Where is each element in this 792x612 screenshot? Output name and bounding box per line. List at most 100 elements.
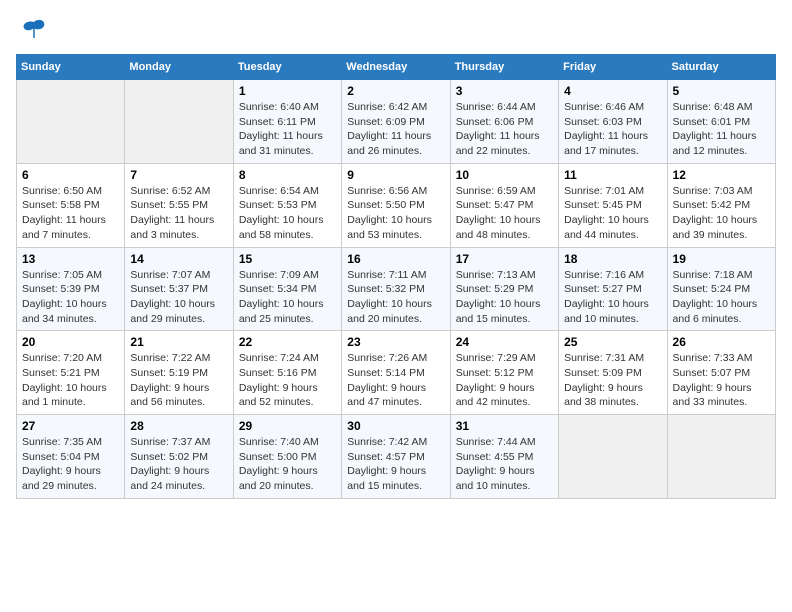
calendar-cell: 31 Sunrise: 7:44 AM Sunset: 4:55 PM Dayli…: [450, 415, 558, 499]
calendar-cell: 15 Sunrise: 7:09 AM Sunset: 5:34 PM Dayli…: [233, 247, 341, 331]
calendar-cell: 16 Sunrise: 7:11 AM Sunset: 5:32 PM Dayli…: [342, 247, 450, 331]
weekday-header-thursday: Thursday: [450, 55, 558, 80]
day-number: 19: [673, 252, 770, 266]
day-number: 29: [239, 419, 336, 433]
day-number: 6: [22, 168, 119, 182]
weekday-header-tuesday: Tuesday: [233, 55, 341, 80]
day-info: Sunrise: 7:26 AM Sunset: 5:14 PM Dayligh…: [347, 351, 444, 410]
day-number: 4: [564, 84, 661, 98]
calendar-cell: 4Sunrise: 6:46 AM Sunset: 6:03 PM Daylig…: [559, 80, 667, 164]
day-number: 11: [564, 168, 661, 182]
day-number: 9: [347, 168, 444, 182]
day-number: 7: [130, 168, 227, 182]
day-number: 17: [456, 252, 553, 266]
day-info: Sunrise: 7:24 AM Sunset: 5:16 PM Dayligh…: [239, 351, 336, 410]
day-info: Sunrise: 7:03 AM Sunset: 5:42 PM Dayligh…: [673, 184, 770, 243]
calendar-cell: 28 Sunrise: 7:37 AM Sunset: 5:02 PM Dayli…: [125, 415, 233, 499]
day-info: Sunrise: 6:52 AM Sunset: 5:55 PM Dayligh…: [130, 184, 227, 243]
day-info: Sunrise: 7:01 AM Sunset: 5:45 PM Dayligh…: [564, 184, 661, 243]
day-number: 26: [673, 335, 770, 349]
day-number: 3: [456, 84, 553, 98]
calendar-cell: 10 Sunrise: 6:59 AM Sunset: 5:47 PM Dayli…: [450, 163, 558, 247]
weekday-header-row: SundayMondayTuesdayWednesdayThursdayFrid…: [17, 55, 776, 80]
day-number: 25: [564, 335, 661, 349]
day-number: 13: [22, 252, 119, 266]
day-number: 14: [130, 252, 227, 266]
calendar-cell: 9 Sunrise: 6:56 AM Sunset: 5:50 PM Daylig…: [342, 163, 450, 247]
calendar-week-3: 13 Sunrise: 7:05 AM Sunset: 5:39 PM Dayli…: [17, 247, 776, 331]
calendar-cell: 22 Sunrise: 7:24 AM Sunset: 5:16 PM Dayli…: [233, 331, 341, 415]
day-number: 16: [347, 252, 444, 266]
calendar-cell: 12Sunrise: 7:03 AM Sunset: 5:42 PM Dayli…: [667, 163, 775, 247]
calendar-table: SundayMondayTuesdayWednesdayThursdayFrid…: [16, 54, 776, 499]
day-info: Sunrise: 6:50 AM Sunset: 5:58 PM Dayligh…: [22, 184, 119, 243]
calendar-cell: 17 Sunrise: 7:13 AM Sunset: 5:29 PM Dayli…: [450, 247, 558, 331]
day-number: 28: [130, 419, 227, 433]
weekday-header-saturday: Saturday: [667, 55, 775, 80]
day-info: Sunrise: 7:33 AM Sunset: 5:07 PM Dayligh…: [673, 351, 770, 410]
calendar-cell: 5Sunrise: 6:48 AM Sunset: 6:01 PM Daylig…: [667, 80, 775, 164]
calendar-cell: [17, 80, 125, 164]
day-number: 5: [673, 84, 770, 98]
day-number: 20: [22, 335, 119, 349]
day-info: Sunrise: 7:05 AM Sunset: 5:39 PM Dayligh…: [22, 268, 119, 327]
day-number: 10: [456, 168, 553, 182]
calendar-cell: 21 Sunrise: 7:22 AM Sunset: 5:19 PM Dayli…: [125, 331, 233, 415]
day-info: Sunrise: 6:56 AM Sunset: 5:50 PM Dayligh…: [347, 184, 444, 243]
day-info: Sunrise: 7:11 AM Sunset: 5:32 PM Dayligh…: [347, 268, 444, 327]
day-number: 31: [456, 419, 553, 433]
day-info: Sunrise: 7:13 AM Sunset: 5:29 PM Dayligh…: [456, 268, 553, 327]
day-info: Sunrise: 7:22 AM Sunset: 5:19 PM Dayligh…: [130, 351, 227, 410]
day-number: 8: [239, 168, 336, 182]
day-info: Sunrise: 7:09 AM Sunset: 5:34 PM Dayligh…: [239, 268, 336, 327]
day-info: Sunrise: 7:35 AM Sunset: 5:04 PM Dayligh…: [22, 435, 119, 494]
day-info: Sunrise: 6:54 AM Sunset: 5:53 PM Dayligh…: [239, 184, 336, 243]
day-number: 1: [239, 84, 336, 98]
weekday-header-sunday: Sunday: [17, 55, 125, 80]
day-number: 30: [347, 419, 444, 433]
calendar-cell: 23 Sunrise: 7:26 AM Sunset: 5:14 PM Dayli…: [342, 331, 450, 415]
day-info: Sunrise: 7:29 AM Sunset: 5:12 PM Dayligh…: [456, 351, 553, 410]
calendar-cell: 6 Sunrise: 6:50 AM Sunset: 5:58 PM Daylig…: [17, 163, 125, 247]
day-info: Sunrise: 7:44 AM Sunset: 4:55 PM Dayligh…: [456, 435, 553, 494]
calendar-week-4: 20 Sunrise: 7:20 AM Sunset: 5:21 PM Dayli…: [17, 331, 776, 415]
calendar-cell: [125, 80, 233, 164]
weekday-header-monday: Monday: [125, 55, 233, 80]
calendar-cell: 3Sunrise: 6:44 AM Sunset: 6:06 PM Daylig…: [450, 80, 558, 164]
calendar-week-5: 27 Sunrise: 7:35 AM Sunset: 5:04 PM Dayli…: [17, 415, 776, 499]
page-header: [16, 16, 776, 44]
calendar-cell: 2 Sunrise: 6:42 AM Sunset: 6:09 PM Daylig…: [342, 80, 450, 164]
weekday-header-friday: Friday: [559, 55, 667, 80]
day-info: Sunrise: 7:18 AM Sunset: 5:24 PM Dayligh…: [673, 268, 770, 327]
day-number: 24: [456, 335, 553, 349]
calendar-cell: 26 Sunrise: 7:33 AM Sunset: 5:07 PM Dayli…: [667, 331, 775, 415]
calendar-cell: [559, 415, 667, 499]
calendar-cell: 1Sunrise: 6:40 AM Sunset: 6:11 PM Daylig…: [233, 80, 341, 164]
calendar-cell: 20 Sunrise: 7:20 AM Sunset: 5:21 PM Dayli…: [17, 331, 125, 415]
logo-bird-icon: [20, 16, 48, 44]
day-info: Sunrise: 6:59 AM Sunset: 5:47 PM Dayligh…: [456, 184, 553, 243]
calendar-cell: 11 Sunrise: 7:01 AM Sunset: 5:45 PM Dayli…: [559, 163, 667, 247]
calendar-cell: 7 Sunrise: 6:52 AM Sunset: 5:55 PM Daylig…: [125, 163, 233, 247]
day-info: Sunrise: 7:40 AM Sunset: 5:00 PM Dayligh…: [239, 435, 336, 494]
calendar-cell: [667, 415, 775, 499]
calendar-cell: 24 Sunrise: 7:29 AM Sunset: 5:12 PM Dayli…: [450, 331, 558, 415]
day-number: 2: [347, 84, 444, 98]
day-number: 27: [22, 419, 119, 433]
day-info: Sunrise: 6:42 AM Sunset: 6:09 PM Dayligh…: [347, 100, 444, 159]
calendar-cell: 29 Sunrise: 7:40 AM Sunset: 5:00 PM Dayli…: [233, 415, 341, 499]
day-number: 22: [239, 335, 336, 349]
day-number: 23: [347, 335, 444, 349]
calendar-cell: 27 Sunrise: 7:35 AM Sunset: 5:04 PM Dayli…: [17, 415, 125, 499]
calendar-cell: 14Sunrise: 7:07 AM Sunset: 5:37 PM Dayli…: [125, 247, 233, 331]
day-info: Sunrise: 7:20 AM Sunset: 5:21 PM Dayligh…: [22, 351, 119, 410]
calendar-cell: 13 Sunrise: 7:05 AM Sunset: 5:39 PM Dayli…: [17, 247, 125, 331]
calendar-week-1: 1Sunrise: 6:40 AM Sunset: 6:11 PM Daylig…: [17, 80, 776, 164]
day-info: Sunrise: 7:16 AM Sunset: 5:27 PM Dayligh…: [564, 268, 661, 327]
weekday-header-wednesday: Wednesday: [342, 55, 450, 80]
day-info: Sunrise: 7:37 AM Sunset: 5:02 PM Dayligh…: [130, 435, 227, 494]
day-number: 15: [239, 252, 336, 266]
day-info: Sunrise: 7:42 AM Sunset: 4:57 PM Dayligh…: [347, 435, 444, 494]
calendar-week-2: 6 Sunrise: 6:50 AM Sunset: 5:58 PM Daylig…: [17, 163, 776, 247]
day-number: 21: [130, 335, 227, 349]
